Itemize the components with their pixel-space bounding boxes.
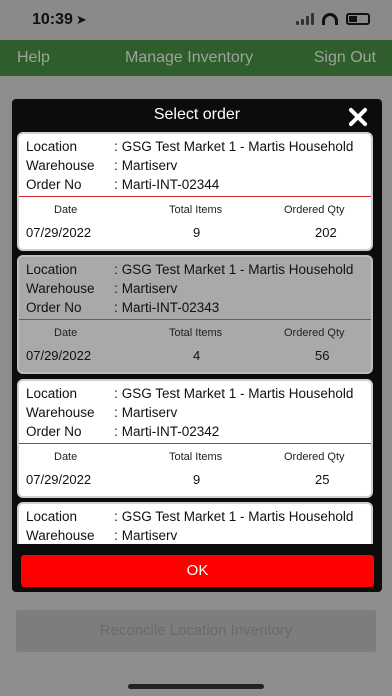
separator: : [114, 405, 118, 420]
ok-button[interactable]: OK [21, 555, 374, 587]
divider [19, 319, 371, 320]
separator: : [114, 158, 118, 173]
warehouse-label: Warehouse [26, 528, 95, 543]
status-bar: 10:39 ➤ [0, 0, 392, 40]
close-icon[interactable] [346, 105, 370, 129]
warehouse-label: Warehouse [26, 158, 95, 173]
location-arrow-icon: ➤ [75, 12, 87, 27]
order-no-label: Order No [26, 300, 82, 315]
warehouse-row: Warehouse: Martiserv [26, 405, 177, 420]
warehouse-value: Martiserv [121, 405, 178, 420]
status-icons [296, 13, 370, 25]
manage-inventory-title: Manage Inventory [125, 49, 254, 66]
separator: : [114, 386, 118, 401]
separator: : [114, 509, 118, 524]
warehouse-value: Martiserv [121, 158, 178, 173]
warehouse-value: Martiserv [121, 281, 178, 296]
total-items-value: 9 [193, 225, 201, 240]
total-items-header: Total Items [169, 204, 223, 216]
help-link[interactable]: Help [17, 49, 50, 67]
divider [19, 443, 371, 444]
total-items-header: Total Items [169, 451, 223, 463]
location-value: GSG Test Market 1 - Martis Household [121, 386, 354, 401]
app-bar: Help Manage Inventory Sign Out [0, 40, 392, 76]
total-items-value: 4 [193, 348, 201, 363]
status-time: 10:39 ➤ [32, 11, 87, 29]
reconcile-location-inventory-button[interactable]: Reconcile Location Inventory [16, 610, 376, 652]
date-value: 07/29/2022 [26, 472, 92, 487]
warehouse-value: Martiserv [121, 528, 178, 543]
warehouse-label: Warehouse [26, 405, 95, 420]
order-no-label: Order No [26, 177, 82, 192]
separator: : [114, 424, 118, 439]
select-order-modal: Select order Location: GSG Test Market 1 … [12, 99, 382, 592]
date-header: Date [54, 204, 78, 216]
warehouse-row: Warehouse: Martiserv [26, 281, 177, 296]
order-no-row: Order No: Marti-INT-02342 [26, 424, 219, 439]
location-value: GSG Test Market 1 - Martis Household [121, 262, 354, 277]
location-label: Location [26, 386, 78, 401]
location-row: Location: GSG Test Market 1 - Martis Hous… [26, 262, 353, 277]
date-value: 07/29/2022 [26, 225, 92, 240]
location-value: GSG Test Market 1 - Martis Household [121, 509, 354, 524]
separator: : [114, 262, 118, 277]
date-value: 07/29/2022 [26, 348, 92, 363]
order-no-value: Marti-INT-02344 [121, 177, 220, 192]
wifi-icon [322, 13, 338, 25]
order-card[interactable]: Location: GSG Test Market 1 - Martis Hous… [17, 502, 373, 544]
clock-text: 10:39 [32, 11, 73, 28]
total-items-value: 9 [193, 472, 201, 487]
date-header: Date [54, 451, 78, 463]
order-card[interactable]: Location: GSG Test Market 1 - Martis Hous… [17, 379, 373, 498]
location-row: Location: GSG Test Market 1 - Martis Hous… [26, 509, 353, 524]
order-no-value: Marti-INT-02342 [121, 424, 220, 439]
location-value: GSG Test Market 1 - Martis Household [121, 139, 354, 154]
location-row: Location: GSG Test Market 1 - Martis Hous… [26, 139, 353, 154]
signal-icon [296, 13, 314, 25]
separator: : [114, 139, 118, 154]
order-card[interactable]: Location: GSG Test Market 1 - Martis Hous… [17, 255, 373, 374]
ordered-qty-header: Ordered Qty [284, 204, 345, 216]
home-indicator [128, 684, 264, 689]
ordered-qty-header: Ordered Qty [284, 327, 345, 339]
ordered-qty-header: Ordered Qty [284, 451, 345, 463]
warehouse-row: Warehouse: Martiserv [26, 528, 177, 543]
order-no-row: Order No: Marti-INT-02344 [26, 177, 219, 192]
ordered-qty-value: 56 [315, 348, 330, 363]
order-no-value: Marti-INT-02343 [121, 300, 220, 315]
ordered-qty-value: 25 [315, 472, 330, 487]
location-label: Location [26, 509, 78, 524]
warehouse-row: Warehouse: Martiserv [26, 158, 177, 173]
modal-title: Select order [153, 106, 241, 123]
order-card[interactable]: Location: GSG Test Market 1 - Martis Hous… [17, 132, 373, 251]
ordered-qty-value: 202 [315, 225, 337, 240]
separator: : [114, 528, 118, 543]
sign-out-link[interactable]: Sign Out [314, 49, 376, 67]
total-items-header: Total Items [169, 327, 223, 339]
separator: : [114, 300, 118, 315]
order-no-label: Order No [26, 424, 82, 439]
modal-header: Select order [12, 99, 382, 131]
divider [19, 196, 371, 197]
separator: : [114, 281, 118, 296]
warehouse-label: Warehouse [26, 281, 95, 296]
location-label: Location [26, 262, 78, 277]
location-label: Location [26, 139, 78, 154]
date-header: Date [54, 327, 78, 339]
order-list[interactable]: Location: GSG Test Market 1 - Martis Hous… [17, 132, 377, 544]
location-row: Location: GSG Test Market 1 - Martis Hous… [26, 386, 353, 401]
battery-icon [346, 13, 370, 25]
order-no-row: Order No: Marti-INT-02343 [26, 300, 219, 315]
separator: : [114, 177, 118, 192]
